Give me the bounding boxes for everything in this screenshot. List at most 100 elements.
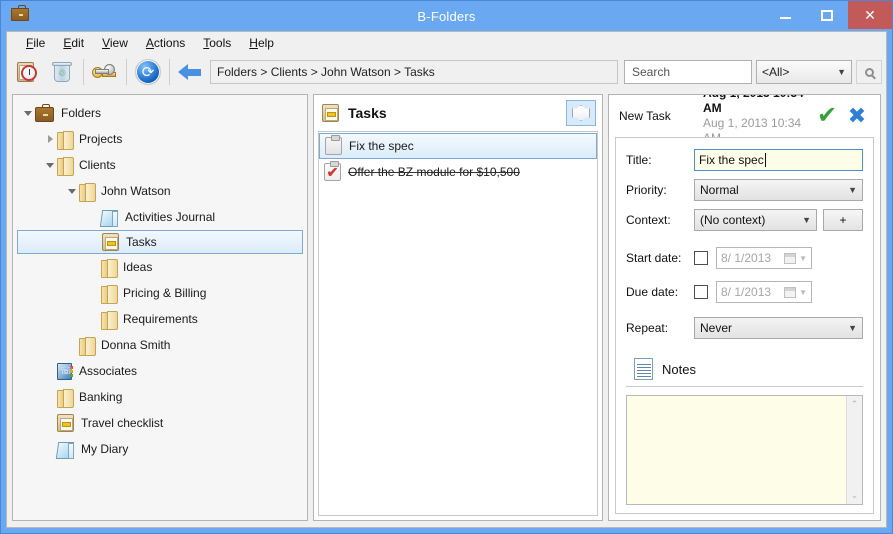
priority-row: Priority: Normal ▼ (626, 176, 863, 204)
folder-icon (101, 310, 118, 330)
folder-icon (79, 182, 96, 202)
recycle-bin-button[interactable]: ♲ (45, 56, 79, 88)
tree-item-label: Clients (79, 158, 116, 172)
twisty-collapsed-icon[interactable] (43, 135, 57, 143)
search-field[interactable] (630, 64, 746, 80)
scroll-down-icon[interactable]: ⌄ (851, 490, 859, 501)
priority-select[interactable]: Normal ▼ (694, 179, 863, 201)
close-icon: ✕ (864, 7, 876, 23)
folder-icon (57, 156, 74, 176)
due-date-value: 8/ 1/2013 (721, 285, 772, 299)
due-date-checkbox[interactable] (694, 285, 708, 299)
new-task-button[interactable] (566, 100, 596, 126)
maximize-icon (821, 9, 833, 21)
twisty-expanded-icon[interactable] (43, 162, 57, 168)
start-date-input[interactable]: 8/ 1/2013 ▼ (716, 247, 812, 269)
context-row: Context: (No context) ▼ + (626, 206, 863, 234)
cancel-button[interactable]: ✖ (842, 101, 872, 131)
menu-tools[interactable]: Tools (194, 34, 240, 52)
notes-editor[interactable]: ⌃ ⌄ (626, 395, 863, 505)
notes-value[interactable] (627, 396, 846, 504)
tree-item-requirements[interactable]: Requirements (13, 306, 307, 332)
tree-item-label: Projects (79, 132, 123, 146)
tree-item-label: Pricing & Billing (123, 286, 207, 300)
tree-item-clients[interactable]: Clients (13, 152, 307, 178)
tree-item-travel-checklist[interactable]: Travel checklist (13, 410, 307, 436)
notes-scrollbar[interactable]: ⌃ ⌄ (846, 396, 862, 504)
due-date-row: Due date: 8/ 1/2013 ▼ (626, 278, 863, 306)
tree-item-ideas[interactable]: Ideas (13, 254, 307, 280)
calendar-icon (784, 252, 797, 264)
minimize-button[interactable] (764, 1, 806, 29)
tree-item-my-diary[interactable]: My Diary (13, 436, 307, 462)
save-button[interactable]: ✔ (812, 101, 842, 131)
clipboard-icon (57, 414, 74, 432)
search-scope-select[interactable]: <All> ▼ (756, 60, 852, 84)
menu-actions[interactable]: Actions (137, 34, 194, 52)
breadcrumb[interactable]: Folders > Clients > John Watson > Tasks (210, 60, 618, 84)
briefcase-icon (35, 103, 54, 122)
back-button[interactable] (174, 56, 208, 88)
context-label: Context: (626, 213, 671, 227)
detail-header: New Task Aug 1, 2013 10:34 AM Aug 1, 201… (609, 95, 880, 145)
clipboard-clock-icon (16, 60, 40, 84)
twisty-expanded-icon[interactable] (21, 110, 35, 116)
task-list-item[interactable]: Fix the spec (319, 133, 597, 159)
menu-file[interactable]: File (17, 34, 54, 52)
chevron-down-icon: ▼ (802, 215, 811, 225)
due-date-input[interactable]: 8/ 1/2013 ▼ (716, 281, 812, 303)
clipboard-check-icon: ✔ (324, 161, 341, 181)
search-go-button[interactable] (856, 60, 882, 84)
chevron-down-icon: ▼ (799, 287, 807, 297)
repeat-select[interactable]: Never ▼ (694, 317, 863, 339)
toolbar-separator (169, 59, 170, 85)
repeat-row: Repeat: Never ▼ (626, 314, 863, 342)
tree-item-folders[interactable]: Folders (13, 100, 307, 126)
reminders-button[interactable] (11, 56, 45, 88)
add-context-button[interactable]: + (823, 209, 863, 231)
window-controls: ✕ (764, 1, 892, 29)
twisty-expanded-icon[interactable] (65, 188, 79, 194)
maximize-button[interactable] (806, 1, 848, 29)
priority-value: Normal (700, 183, 739, 197)
trash-can-icon: ♲ (51, 60, 73, 84)
passwords-button[interactable] (88, 56, 122, 88)
menu-edit[interactable]: Edit (54, 34, 93, 52)
tree-item-activities-journal[interactable]: Activities Journal (13, 204, 307, 230)
detail-form: Title: Fix the spec Priority: Normal ▼ C… (615, 137, 874, 514)
folder-icon (101, 258, 118, 278)
tree-item-john-watson[interactable]: John Watson (13, 178, 307, 204)
tree-item-associates[interactable]: Associates (13, 358, 307, 384)
start-date-checkbox[interactable] (694, 251, 708, 265)
search-input[interactable] (624, 60, 752, 84)
blue-sync-icon: ⟳ (135, 59, 161, 85)
close-button[interactable]: ✕ (848, 1, 892, 29)
folder-icon (57, 388, 74, 408)
folder-icon (79, 336, 96, 356)
scroll-up-icon[interactable]: ⌃ (851, 399, 859, 410)
title-row: Title: Fix the spec (626, 146, 863, 174)
tree-item-projects[interactable]: Projects (13, 126, 307, 152)
tree-item-label: My Diary (81, 442, 129, 456)
due-date-label: Due date: (626, 285, 679, 299)
menu-bar: File Edit View Actions Tools Help (7, 32, 886, 54)
tree-item-donna-smith[interactable]: Donna Smith (13, 332, 307, 358)
chevron-down-icon: ▼ (848, 185, 857, 195)
task-list-item[interactable]: ✔ Offer the BZ module for $10,500 (319, 159, 597, 185)
menu-help[interactable]: Help (240, 34, 283, 52)
context-select[interactable]: (No context) ▼ (694, 209, 817, 231)
minimize-icon (779, 17, 791, 19)
tool-bar: ♲ ⟳ Folders > Clients > John Watson > Ta… (7, 54, 886, 90)
tree-item-pricing-billing[interactable]: Pricing & Billing (13, 280, 307, 306)
menu-view[interactable]: View (93, 34, 137, 52)
tree-item-tasks[interactable]: Tasks (17, 230, 303, 254)
tree-item-label: Associates (79, 364, 138, 378)
title-input[interactable]: Fix the spec (694, 149, 863, 171)
repeat-label: Repeat: (626, 321, 669, 335)
tree-item-label: Requirements (123, 312, 198, 326)
created-timestamp: Aug 1, 2013 10:34 AM (703, 95, 804, 115)
tree-item-label: Ideas (123, 260, 153, 274)
tree-item-banking[interactable]: Banking (13, 384, 307, 410)
sync-button[interactable]: ⟳ (131, 56, 165, 88)
title-bar: B-Folders ✕ (1, 1, 892, 31)
